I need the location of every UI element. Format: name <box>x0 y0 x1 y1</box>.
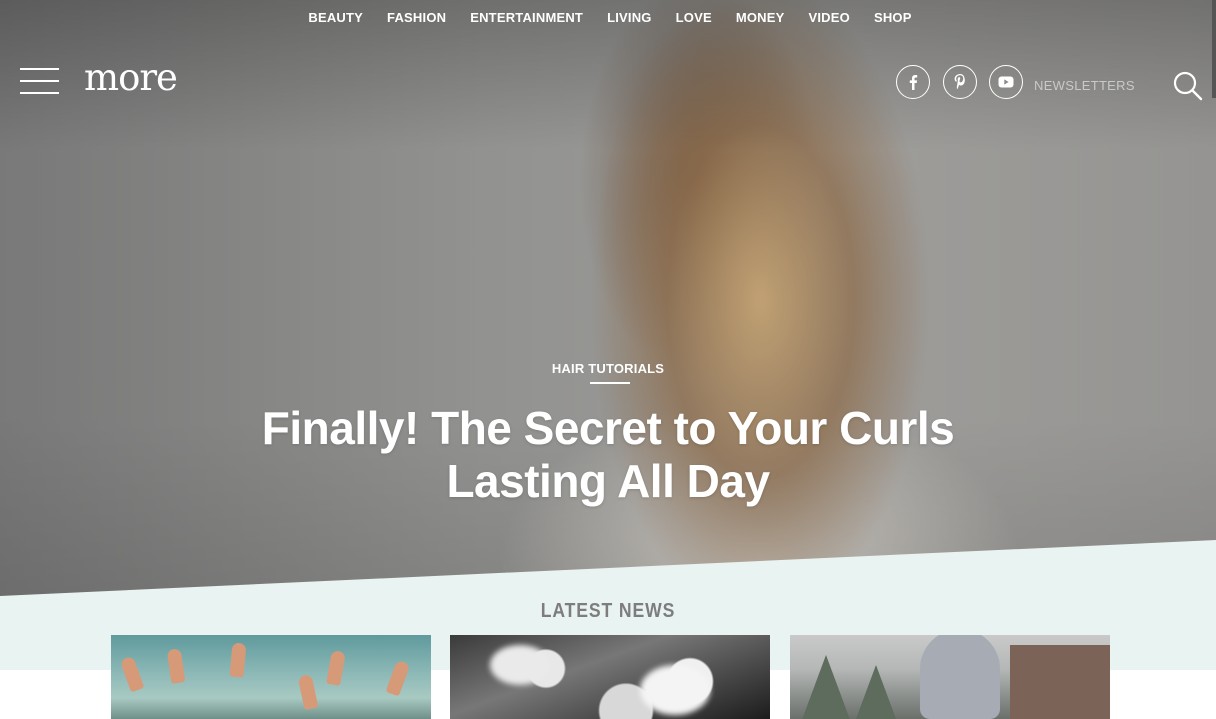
scrollbar[interactable] <box>1212 0 1216 98</box>
hamburger-menu-icon[interactable] <box>20 68 59 94</box>
facebook-icon[interactable] <box>896 65 930 99</box>
search-icon[interactable] <box>1172 70 1204 102</box>
nav-item-entertainment[interactable]: ENTERTAINMENT <box>470 9 583 27</box>
hero-headline[interactable]: Finally! The Secret to Your Curls Lastin… <box>258 402 958 508</box>
nav-item-living[interactable]: LIVING <box>607 9 652 27</box>
hooded-figure <box>920 635 1000 719</box>
nav-item-beauty[interactable]: BEAUTY <box>308 9 363 27</box>
site-logo[interactable]: more <box>84 56 178 100</box>
news-card-image[interactable] <box>111 635 431 719</box>
category-underline <box>590 382 630 384</box>
nav-item-video[interactable]: VIDEO <box>809 9 850 27</box>
latest-news-title: LATEST NEWS <box>540 600 676 622</box>
top-navigation: BEAUTY FASHION ENTERTAINMENT LIVING LOVE… <box>0 9 1216 27</box>
pinterest-icon[interactable] <box>943 65 977 99</box>
newsletters-link[interactable]: NEWSLETTERS <box>1034 77 1135 95</box>
nav-item-money[interactable]: MONEY <box>736 9 785 27</box>
news-card-image[interactable] <box>450 635 770 719</box>
youtube-icon[interactable] <box>989 65 1023 99</box>
nav-item-shop[interactable]: SHOP <box>874 9 912 27</box>
hero-category[interactable]: HAIR TUTORIALS <box>0 360 1216 378</box>
nav-item-fashion[interactable]: FASHION <box>387 9 446 27</box>
nav-item-love[interactable]: LOVE <box>676 9 712 27</box>
news-card-image[interactable] <box>790 635 1110 719</box>
